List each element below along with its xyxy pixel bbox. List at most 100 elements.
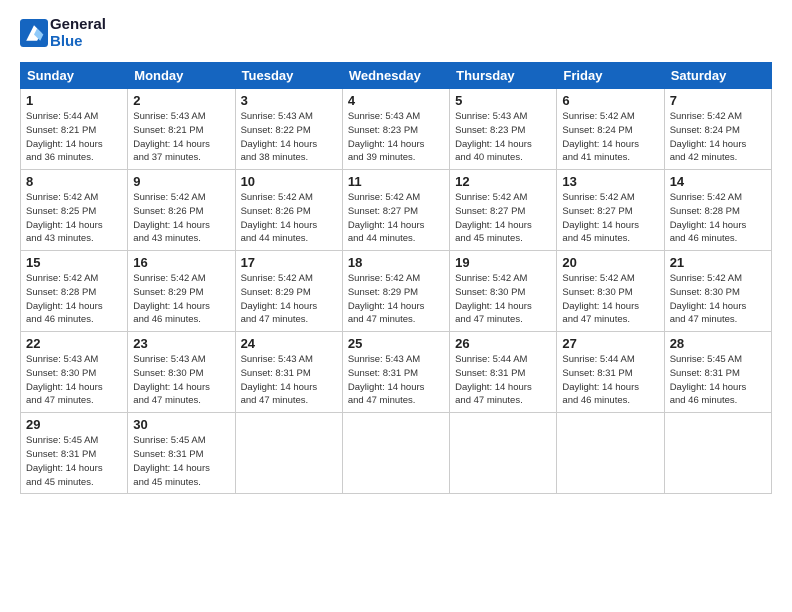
calendar-cell: 2 Sunrise: 5:43 AM Sunset: 8:21 PM Daylig… — [128, 89, 235, 170]
day-info: Sunrise: 5:42 AM Sunset: 8:30 PM Dayligh… — [670, 272, 766, 327]
day-info: Sunrise: 5:45 AM Sunset: 8:31 PM Dayligh… — [26, 434, 122, 489]
calendar-cell: 11 Sunrise: 5:42 AM Sunset: 8:27 PM Dayli… — [342, 170, 449, 251]
day-number: 16 — [133, 255, 229, 270]
day-number: 6 — [562, 93, 658, 108]
calendar-week-row: 15 Sunrise: 5:42 AM Sunset: 8:28 PM Dayli… — [21, 251, 772, 332]
calendar-cell: 25Sunrise: 5:43 AM Sunset: 8:31 PM Dayli… — [342, 332, 449, 413]
day-number: 21 — [670, 255, 766, 270]
calendar-header-monday: Monday — [128, 63, 235, 89]
day-info: Sunrise: 5:42 AM Sunset: 8:26 PM Dayligh… — [241, 191, 337, 246]
day-number: 5 — [455, 93, 551, 108]
calendar-cell: 9 Sunrise: 5:42 AM Sunset: 8:26 PM Daylig… — [128, 170, 235, 251]
calendar-cell: 18 Sunrise: 5:42 AM Sunset: 8:29 PM Dayli… — [342, 251, 449, 332]
logo-text: General Blue — [50, 16, 106, 50]
calendar-cell: 1 Sunrise: 5:44 AM Sunset: 8:21 PM Daylig… — [21, 89, 128, 170]
day-number: 29 — [26, 417, 122, 432]
day-number: 27 — [562, 336, 658, 351]
calendar-cell: 24 Sunrise: 5:43 AM Sunset: 8:31 PM Dayli… — [235, 332, 342, 413]
day-info: Sunrise: 5:42 AM Sunset: 8:27 PM Dayligh… — [455, 191, 551, 246]
day-number: 25 — [348, 336, 444, 351]
day-number: 22 — [26, 336, 122, 351]
calendar-cell: 30 Sunrise: 5:45 AM Sunset: 8:31 PM Dayli… — [128, 413, 235, 494]
day-number: 2 — [133, 93, 229, 108]
calendar-week-row: 29 Sunrise: 5:45 AM Sunset: 8:31 PM Dayli… — [21, 413, 772, 494]
day-info: Sunrise: 5:42 AM Sunset: 8:27 PM Dayligh… — [348, 191, 444, 246]
calendar-header-saturday: Saturday — [664, 63, 771, 89]
calendar-cell: 5 Sunrise: 5:43 AM Sunset: 8:23 PM Daylig… — [450, 89, 557, 170]
calendar-cell: 28 Sunrise: 5:45 AM Sunset: 8:31 PM Dayli… — [664, 332, 771, 413]
day-info: Sunrise: 5:43 AM Sunset: 8:21 PM Dayligh… — [133, 110, 229, 165]
day-info: Sunrise: 5:43 AM Sunset: 8:22 PM Dayligh… — [241, 110, 337, 165]
logo: General Blue — [20, 16, 106, 50]
day-number: 26 — [455, 336, 551, 351]
calendar-cell: 12 Sunrise: 5:42 AM Sunset: 8:27 PM Dayli… — [450, 170, 557, 251]
day-info: Sunrise: 5:42 AM Sunset: 8:27 PM Dayligh… — [562, 191, 658, 246]
day-number: 9 — [133, 174, 229, 189]
day-info: Sunrise: 5:42 AM Sunset: 8:24 PM Dayligh… — [670, 110, 766, 165]
calendar-header-thursday: Thursday — [450, 63, 557, 89]
day-info: Sunrise: 5:43 AM Sunset: 8:23 PM Dayligh… — [348, 110, 444, 165]
calendar-cell: 14 Sunrise: 5:42 AM Sunset: 8:28 PM Dayli… — [664, 170, 771, 251]
calendar-week-row: 22 Sunrise: 5:43 AM Sunset: 8:30 PM Dayli… — [21, 332, 772, 413]
day-number: 7 — [670, 93, 766, 108]
calendar-cell: 8Sunrise: 5:42 AM Sunset: 8:25 PM Daylig… — [21, 170, 128, 251]
day-number: 30 — [133, 417, 229, 432]
calendar-cell: 4 Sunrise: 5:43 AM Sunset: 8:23 PM Daylig… — [342, 89, 449, 170]
calendar-cell: 15 Sunrise: 5:42 AM Sunset: 8:28 PM Dayli… — [21, 251, 128, 332]
calendar-table: SundayMondayTuesdayWednesdayThursdayFrid… — [20, 62, 772, 494]
day-info: Sunrise: 5:42 AM Sunset: 8:29 PM Dayligh… — [348, 272, 444, 327]
calendar-cell — [235, 413, 342, 494]
calendar-header-friday: Friday — [557, 63, 664, 89]
day-number: 24 — [241, 336, 337, 351]
header: General Blue — [20, 16, 772, 50]
day-info: Sunrise: 5:42 AM Sunset: 8:30 PM Dayligh… — [562, 272, 658, 327]
day-info: Sunrise: 5:43 AM Sunset: 8:31 PM Dayligh… — [241, 353, 337, 408]
day-number: 17 — [241, 255, 337, 270]
day-info: Sunrise: 5:42 AM Sunset: 8:28 PM Dayligh… — [26, 272, 122, 327]
day-number: 1 — [26, 93, 122, 108]
calendar-cell: 19Sunrise: 5:42 AM Sunset: 8:30 PM Dayli… — [450, 251, 557, 332]
calendar-cell: 13Sunrise: 5:42 AM Sunset: 8:27 PM Dayli… — [557, 170, 664, 251]
calendar-cell — [557, 413, 664, 494]
calendar-cell — [450, 413, 557, 494]
calendar-cell — [342, 413, 449, 494]
day-number: 23 — [133, 336, 229, 351]
calendar-cell: 23 Sunrise: 5:43 AM Sunset: 8:30 PM Dayli… — [128, 332, 235, 413]
day-info: Sunrise: 5:42 AM Sunset: 8:26 PM Dayligh… — [133, 191, 229, 246]
day-info: Sunrise: 5:45 AM Sunset: 8:31 PM Dayligh… — [670, 353, 766, 408]
day-number: 19 — [455, 255, 551, 270]
day-info: Sunrise: 5:43 AM Sunset: 8:23 PM Dayligh… — [455, 110, 551, 165]
calendar-cell: 17 Sunrise: 5:42 AM Sunset: 8:29 PM Dayli… — [235, 251, 342, 332]
day-number: 12 — [455, 174, 551, 189]
day-number: 10 — [241, 174, 337, 189]
calendar-header-wednesday: Wednesday — [342, 63, 449, 89]
calendar-cell — [664, 413, 771, 494]
day-info: Sunrise: 5:45 AM Sunset: 8:31 PM Dayligh… — [133, 434, 229, 489]
day-number: 3 — [241, 93, 337, 108]
calendar-cell: 22Sunrise: 5:43 AM Sunset: 8:30 PM Dayli… — [21, 332, 128, 413]
page: General Blue SundayMondayTuesdayWednesda… — [0, 0, 792, 612]
day-number: 20 — [562, 255, 658, 270]
calendar-cell: 29 Sunrise: 5:45 AM Sunset: 8:31 PM Dayli… — [21, 413, 128, 494]
day-info: Sunrise: 5:42 AM Sunset: 8:29 PM Dayligh… — [241, 272, 337, 327]
day-info: Sunrise: 5:42 AM Sunset: 8:25 PM Dayligh… — [26, 191, 122, 246]
day-number: 18 — [348, 255, 444, 270]
logo-icon — [20, 19, 48, 47]
day-info: Sunrise: 5:44 AM Sunset: 8:31 PM Dayligh… — [562, 353, 658, 408]
day-number: 15 — [26, 255, 122, 270]
day-info: Sunrise: 5:42 AM Sunset: 8:28 PM Dayligh… — [670, 191, 766, 246]
calendar-header-sunday: Sunday — [21, 63, 128, 89]
day-number: 11 — [348, 174, 444, 189]
calendar-cell: 20 Sunrise: 5:42 AM Sunset: 8:30 PM Dayli… — [557, 251, 664, 332]
calendar-week-row: 8Sunrise: 5:42 AM Sunset: 8:25 PM Daylig… — [21, 170, 772, 251]
day-number: 4 — [348, 93, 444, 108]
day-info: Sunrise: 5:43 AM Sunset: 8:30 PM Dayligh… — [133, 353, 229, 408]
day-number: 14 — [670, 174, 766, 189]
calendar-cell: 7 Sunrise: 5:42 AM Sunset: 8:24 PM Daylig… — [664, 89, 771, 170]
calendar-cell: 27 Sunrise: 5:44 AM Sunset: 8:31 PM Dayli… — [557, 332, 664, 413]
day-info: Sunrise: 5:44 AM Sunset: 8:21 PM Dayligh… — [26, 110, 122, 165]
day-number: 28 — [670, 336, 766, 351]
calendar-header-tuesday: Tuesday — [235, 63, 342, 89]
calendar-week-row: 1 Sunrise: 5:44 AM Sunset: 8:21 PM Daylig… — [21, 89, 772, 170]
calendar-cell: 26Sunrise: 5:44 AM Sunset: 8:31 PM Dayli… — [450, 332, 557, 413]
